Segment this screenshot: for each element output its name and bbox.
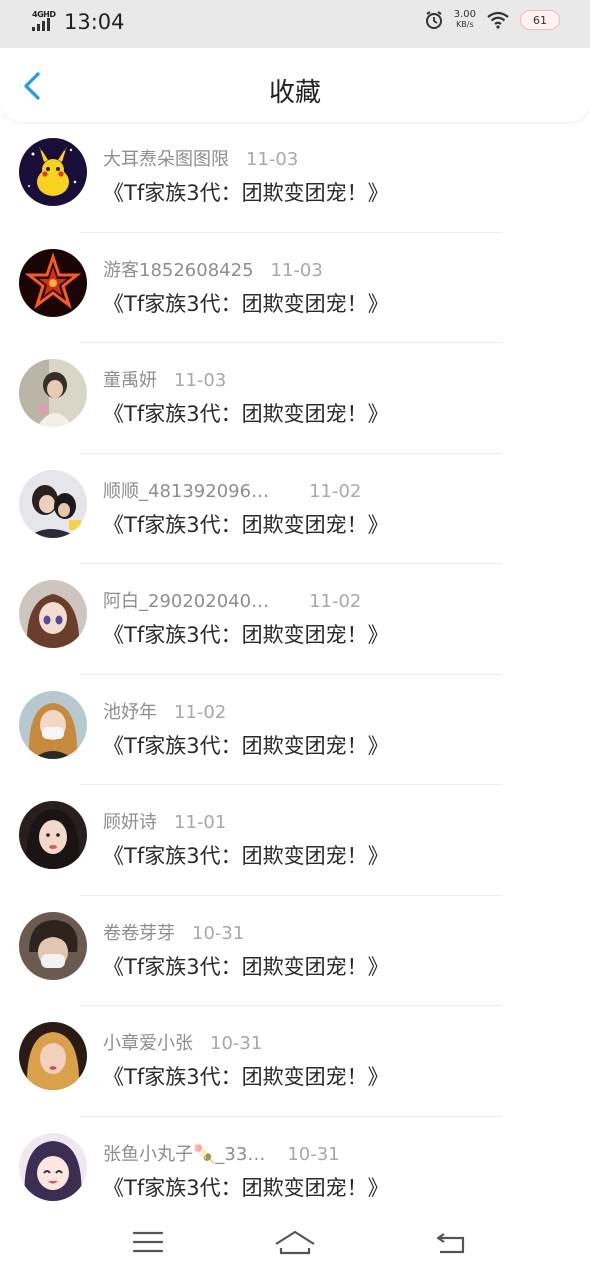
item-meta: 顾妍诗 11-01	[103, 808, 226, 834]
user-name: 池妤年	[103, 701, 157, 723]
avatar[interactable]	[19, 469, 87, 538]
work-title: 《Tf家族3代：团欺变团宠！》	[103, 954, 389, 979]
item-meta: 卷卷芽芽 10-31	[103, 919, 244, 945]
user-name: 游客1852608425	[103, 259, 254, 281]
avatar[interactable]	[19, 248, 87, 317]
user-name: 大耳焘朵图图限	[103, 149, 229, 170]
work-title: 《Tf家族3代：团欺变团宠！》	[103, 844, 389, 868]
avatar[interactable]	[19, 359, 87, 427]
avatar[interactable]	[19, 690, 87, 759]
list-item[interactable]: 顺顺_481392096… 11-02 《Tf家族3代：团欺变团宠！》	[0, 454, 590, 564]
item-meta: 顺顺_481392096… 11-02	[103, 477, 361, 503]
battery-level: 61	[533, 13, 547, 27]
page-title: 收藏	[268, 78, 321, 108]
user-name: 童禹妍	[103, 370, 157, 391]
home-icon[interactable]	[271, 1222, 319, 1262]
item-meta: 游客1852608425 11-03	[103, 256, 323, 282]
date: 10-31	[287, 1143, 340, 1165]
date: 11-02	[309, 591, 362, 612]
item-meta: 池妤年 11-02	[103, 698, 226, 724]
user-name: 顾妍诗	[103, 812, 157, 833]
battery-indicator: 61	[520, 10, 560, 30]
date: 11-03	[174, 370, 227, 391]
date: 11-01	[174, 812, 227, 833]
list-item[interactable]: 阿白_290202040… 11-02 《Tf家族3代：团欺变团宠！》	[0, 564, 590, 675]
user-name: 阿白_290202040…	[103, 591, 270, 612]
wifi-icon	[487, 11, 509, 29]
date: 11-02	[309, 480, 362, 502]
list-item[interactable]: 小章爱小张 10-31 《Tf家族3代：团欺变团宠！》	[0, 1006, 590, 1117]
work-title: 《Tf家族3代：团欺变团宠！》	[103, 512, 389, 537]
alarm-icon	[425, 11, 442, 29]
date: 11-03	[246, 149, 299, 170]
work-title: 《Tf家族3代：团欺变团宠！》	[103, 402, 389, 426]
date: 10-31	[192, 922, 245, 944]
work-title: 《Tf家族3代：团欺变团宠！》	[103, 1175, 389, 1200]
network-speed: 3.00 KB/s	[454, 10, 476, 30]
list-item[interactable]: 池妤年 11-02 《Tf家族3代：团欺变团宠！》	[0, 675, 590, 785]
date: 11-02	[174, 701, 227, 723]
user-name: 小章爱小张	[103, 1033, 193, 1054]
user-name: 张鱼小丸子🍡_33…	[103, 1143, 266, 1165]
user-name: 顺顺_481392096…	[103, 480, 270, 502]
user-name: 卷卷芽芽	[103, 922, 175, 944]
list-item[interactable]: 顾妍诗 11-01 《Tf家族3代：团欺变团宠！》	[0, 785, 590, 896]
date: 11-03	[270, 259, 323, 281]
list-item[interactable]: 卷卷芽芽 10-31 《Tf家族3代：团欺变团宠！》	[0, 896, 590, 1006]
system-nav-bar	[0, 1210, 590, 1280]
item-meta: 童禹妍 11-03	[103, 366, 226, 392]
avatar[interactable]	[19, 580, 87, 648]
work-title: 《Tf家族3代：团欺变团宠！》	[103, 733, 389, 758]
date: 10-31	[210, 1033, 263, 1054]
avatar[interactable]	[19, 801, 87, 869]
clock: 13:04	[64, 10, 125, 34]
return-icon[interactable]	[426, 1222, 474, 1262]
work-title: 《Tf家族3代：团欺变团宠！》	[103, 623, 389, 647]
list-item[interactable]: 童禹妍 11-03 《Tf家族3代：团欺变团宠！》	[0, 343, 590, 454]
menu-icon[interactable]	[124, 1222, 172, 1262]
work-title: 《Tf家族3代：团欺变团宠！》	[103, 1065, 389, 1089]
item-meta: 大耳焘朵图图限 11-03	[103, 145, 298, 171]
list-item[interactable]: 大耳焘朵图图限 11-03 《Tf家族3代：团欺变团宠！》	[0, 122, 590, 233]
work-title: 《Tf家族3代：团欺变团宠！》	[103, 291, 389, 316]
avatar[interactable]	[19, 138, 87, 206]
item-meta: 小章爱小张 10-31	[103, 1029, 262, 1055]
avatar[interactable]	[19, 1132, 87, 1201]
title-bar: 收藏	[0, 48, 590, 122]
cellular-signal-icon: 4GHD	[32, 10, 56, 34]
avatar[interactable]	[19, 911, 87, 980]
avatar[interactable]	[19, 1022, 87, 1090]
list-item[interactable]: 游客1852608425 11-03 《Tf家族3代：团欺变团宠！》	[0, 233, 590, 343]
status-bar: 4GHD 13:04 3.00 KB/s 61	[0, 0, 590, 48]
favorites-list: 大耳焘朵图图限 11-03 《Tf家族3代：团欺变团宠！》 游客18526084…	[0, 122, 590, 1227]
speed-value: 3.00	[453, 9, 476, 20]
item-meta: 张鱼小丸子🍡_33… 10-31	[103, 1140, 340, 1166]
item-meta: 阿白_290202040… 11-02	[103, 587, 361, 613]
work-title: 《Tf家族3代：团欺变团宠！》	[103, 181, 389, 205]
speed-unit: KB/s	[456, 20, 474, 29]
